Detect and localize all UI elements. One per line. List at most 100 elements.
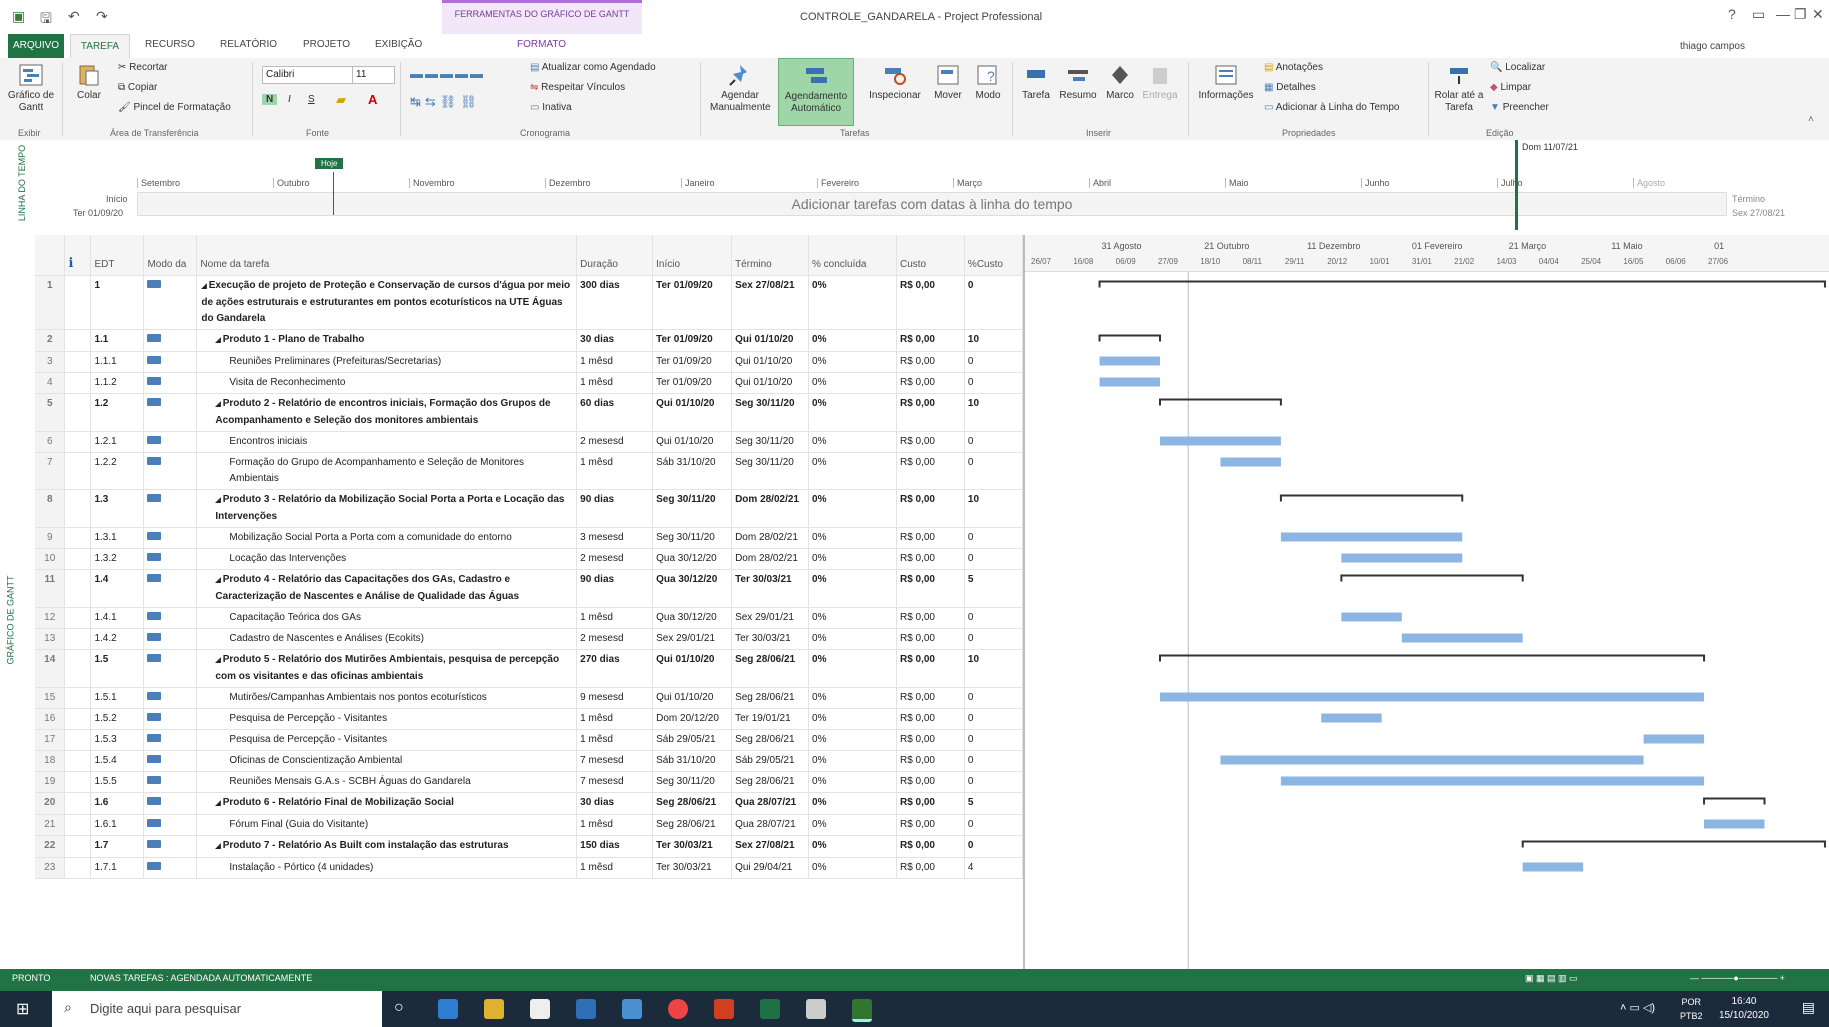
summary-bar[interactable] [1098,280,1826,288]
info-cell[interactable] [64,431,92,453]
info-cell[interactable] [64,649,92,688]
name-cell[interactable]: Fórum Final (Guia do Visitante) [196,814,578,836]
info-cell[interactable] [64,329,92,352]
duration-cell[interactable]: 9 mesesd [576,687,654,709]
row-number[interactable]: 16 [35,708,66,730]
info-cell[interactable] [64,548,92,570]
cortana-icon[interactable]: ○ [394,999,404,1017]
insert-deliverable-button[interactable]: Entrega [1140,62,1180,102]
percent-cell[interactable]: 0% [808,687,897,709]
highlight-icon[interactable]: ▰ [336,92,346,108]
finish-cell[interactable]: Dom 28/02/21 [731,527,810,549]
timeline-bar[interactable]: Adicionar tarefas com datas à linha do t… [137,192,1727,216]
tab-report[interactable]: RELATÓRIO [220,39,277,50]
row-number[interactable]: 1 [35,275,66,330]
info-cell[interactable] [64,527,92,549]
summary-bar[interactable] [1521,840,1826,848]
collapse-triangle-icon[interactable]: ◢ [215,337,222,344]
start-cell[interactable]: Ter 01/09/20 [652,275,733,330]
edt-cell[interactable]: 1.7 [90,835,145,858]
cost-cell[interactable]: R$ 0,00 [896,489,965,528]
table-row[interactable]: 3 1.1.1 Reuniões Preliminares (Prefeituras… [35,351,1023,373]
percent-cell[interactable]: 0% [808,835,897,858]
row-number[interactable]: 12 [35,607,66,629]
table-row[interactable]: 14 1.5 ◢ Produto 5 - Relatório dos Mutirõe… [35,649,1023,688]
clock[interactable]: 16:40 15/10/2020 [1719,995,1769,1023]
move-button[interactable]: Mover [930,62,966,102]
cost-cell[interactable]: R$ 0,00 [896,431,965,453]
table-row[interactable]: 19 1.5.5 Reuniões Mensais G.A.s - SCBH Águ… [35,771,1023,793]
task-bar[interactable] [1341,553,1463,563]
row-number[interactable]: 4 [35,372,66,394]
user-name[interactable]: thiago campos [1680,41,1745,52]
info-cell[interactable] [64,628,92,650]
finish-cell[interactable]: Seg 28/06/21 [731,729,810,751]
mode-cell[interactable] [143,548,198,570]
cut-button[interactable]: ✂ Recortar [118,62,168,73]
row-number[interactable]: 15 [35,687,66,709]
info-cell[interactable] [64,275,92,330]
task-bar[interactable] [1160,692,1705,702]
cost-cell[interactable]: R$ 0,00 [896,792,965,815]
percent-cell[interactable]: 0% [808,729,897,751]
percent-cost-cell[interactable]: 0 [964,729,1023,751]
duration-cell[interactable]: 300 dias [576,275,654,330]
name-cell[interactable]: ◢ Produto 6 - Relatório Final de Mobiliz… [196,792,578,815]
chrome-icon[interactable] [668,999,688,1019]
name-cell[interactable]: ◢ Produto 4 - Relatório das Capacitações… [196,569,578,608]
mode-cell[interactable] [143,607,198,629]
percent-cell[interactable]: 0% [808,489,897,528]
store-icon[interactable] [530,999,550,1019]
percent-cost-cell[interactable]: 0 [964,372,1023,394]
start-cell[interactable]: Qui 01/10/20 [652,687,733,709]
header-finish[interactable]: Término [731,235,810,276]
close-button[interactable]: ✕ [1812,6,1824,23]
redo-icon[interactable]: ↷ [96,8,108,25]
name-cell[interactable]: Pesquisa de Percepção - Visitantes [196,729,578,751]
task-bar[interactable] [1522,862,1584,872]
cost-cell[interactable]: R$ 0,00 [896,750,965,772]
cost-cell[interactable]: R$ 0,00 [896,649,965,688]
start-cell[interactable]: Qui 01/10/20 [652,649,733,688]
edt-cell[interactable]: 1.5.5 [90,771,145,793]
name-cell[interactable]: ◢ Produto 5 - Relatório dos Mutirões Amb… [196,649,578,688]
percent-cost-cell[interactable]: 0 [964,351,1023,373]
duration-cell[interactable]: 1 mêsd [576,372,654,394]
task-bar[interactable] [1321,713,1382,723]
tab-project[interactable]: PROJETO [303,39,350,50]
info-cell[interactable] [64,687,92,709]
notes-button[interactable]: ▤ Anotações [1264,62,1323,73]
bold-button[interactable]: N [262,94,278,105]
start-cell[interactable]: Seg 28/06/21 [652,792,733,815]
duration-cell[interactable]: 1 mêsd [576,708,654,730]
mode-cell[interactable] [143,708,198,730]
table-row[interactable]: 1 1 ◢ Execução de projeto de Proteção e Co… [35,275,1023,330]
table-row[interactable]: 12 1.4.1 Capacitação Teórica dos GAs 1 mêsd… [35,607,1023,629]
font-name-select[interactable]: Calibri [262,66,355,84]
start-cell[interactable]: Seg 30/11/20 [652,527,733,549]
save-icon[interactable]: 🖫 [40,8,52,32]
finish-cell[interactable]: Sex 27/08/21 [731,275,810,330]
name-cell[interactable]: Mobilização Social Porta a Porta com a c… [196,527,578,549]
mode-cell[interactable] [143,351,198,373]
info-cell[interactable] [64,569,92,608]
name-cell[interactable]: Instalação - Pórtico (4 unidades) [196,857,578,879]
start-cell[interactable]: Seg 30/11/20 [652,489,733,528]
start-cell[interactable]: Qui 01/10/20 [652,431,733,453]
cost-cell[interactable]: R$ 0,00 [896,452,965,490]
row-number[interactable]: 14 [35,649,66,688]
start-cell[interactable]: Ter 30/03/21 [652,835,733,858]
finish-cell[interactable]: Ter 30/03/21 [731,628,810,650]
cost-cell[interactable]: R$ 0,00 [896,687,965,709]
cost-cell[interactable]: R$ 0,00 [896,372,965,394]
font-color-icon[interactable]: A [368,92,377,107]
finish-cell[interactable]: Seg 28/06/21 [731,771,810,793]
table-row[interactable]: 21 1.6.1 Fórum Final (Guia do Visitante) 1 … [35,814,1023,836]
table-row[interactable]: 2 1.1 ◢ Produto 1 - Plano de Trabalho 30 di… [35,329,1023,352]
start-cell[interactable]: Seg 30/11/20 [652,771,733,793]
manual-schedule-button[interactable]: Agendar Manualmente [710,62,771,114]
start-cell[interactable]: Qua 30/12/20 [652,548,733,570]
header-cost[interactable]: Custo [896,235,965,276]
insert-task-button[interactable]: Tarefa [1018,62,1054,102]
start-cell[interactable]: Sáb 31/10/20 [652,452,733,490]
